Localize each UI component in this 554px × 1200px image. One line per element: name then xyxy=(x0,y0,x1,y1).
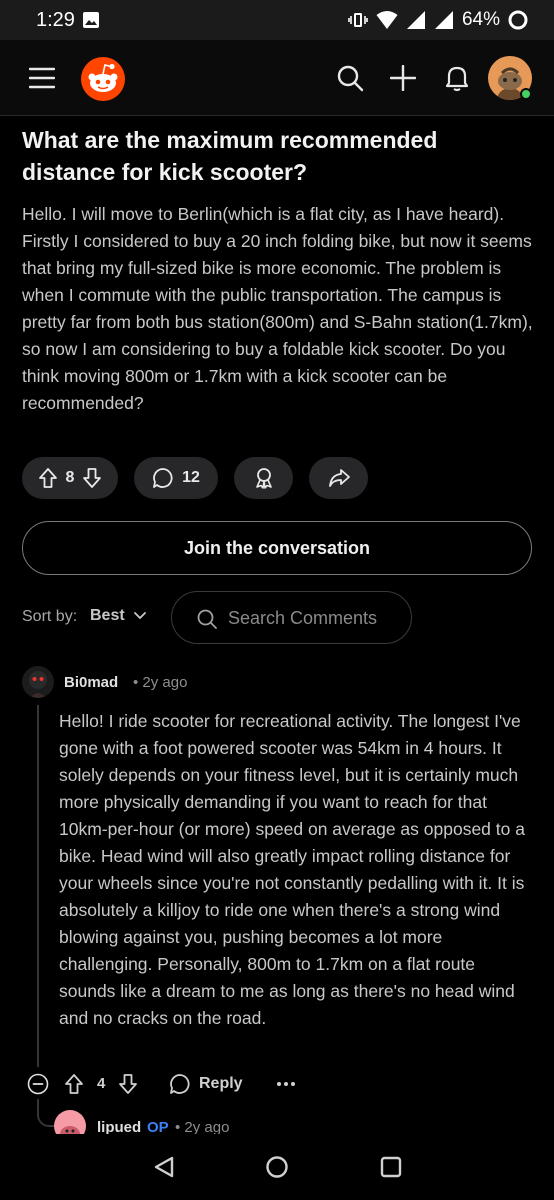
status-icons: 64% xyxy=(348,8,528,32)
back-icon[interactable] xyxy=(152,1154,178,1180)
home-icon[interactable] xyxy=(264,1154,290,1180)
menu-icon xyxy=(29,67,55,89)
vibrate-icon xyxy=(348,13,368,27)
image-icon xyxy=(83,12,99,28)
collapse-icon[interactable] xyxy=(27,1073,49,1095)
join-conversation-button[interactable]: Join the conversation xyxy=(22,521,532,575)
battery-level: 64% xyxy=(461,9,500,30)
post-vote-count: 8 xyxy=(65,469,75,486)
comment-author[interactable]: Bi0mad xyxy=(64,674,118,691)
downvote-icon[interactable] xyxy=(82,467,102,489)
signal-icon xyxy=(434,11,453,29)
battery-icon xyxy=(508,10,528,30)
reply-icon[interactable] xyxy=(169,1073,191,1095)
reply-button[interactable]: Reply xyxy=(199,1075,243,1093)
wifi-icon xyxy=(376,11,398,29)
notifications-button[interactable] xyxy=(437,58,477,98)
recents-icon[interactable] xyxy=(378,1154,404,1180)
app-header xyxy=(0,40,554,116)
comment-icon xyxy=(153,468,173,488)
comment-actions: 4 Reply xyxy=(0,1067,554,1101)
avatar[interactable] xyxy=(22,666,54,698)
comments-button[interactable]: 12 xyxy=(134,457,218,499)
user-avatar-icon xyxy=(29,671,47,698)
sort-label: Sort by: xyxy=(22,608,78,625)
status-time: 1:29 xyxy=(36,9,75,31)
comment-count: 12 xyxy=(182,469,200,486)
post-body: Hello. I will move to Berlin(which is a … xyxy=(22,204,533,413)
sort-dropdown[interactable]: Best xyxy=(90,607,147,625)
system-nav-bar xyxy=(0,1134,554,1200)
downvote-icon[interactable] xyxy=(118,1073,138,1095)
sort-value: Best xyxy=(90,607,125,624)
bell-icon xyxy=(445,66,469,92)
share-button[interactable] xyxy=(309,457,368,499)
reddit-logo xyxy=(81,57,125,101)
award-icon xyxy=(255,468,272,489)
comment-vote-count: 4 xyxy=(97,1075,106,1092)
upvote-icon[interactable] xyxy=(64,1073,84,1095)
search-button[interactable] xyxy=(330,58,370,98)
plus-icon xyxy=(390,65,416,91)
home-logo-button[interactable] xyxy=(80,56,126,102)
comment-body: Hello! I ride scooter for recreational a… xyxy=(59,711,525,1028)
search-icon xyxy=(197,609,217,629)
menu-button[interactable] xyxy=(22,58,62,98)
signal-icon xyxy=(406,11,425,29)
create-post-button[interactable] xyxy=(383,58,423,98)
search-comments-box[interactable] xyxy=(171,591,412,644)
online-indicator xyxy=(520,88,532,100)
award-button[interactable] xyxy=(234,457,293,499)
comment-timestamp: • 2y ago xyxy=(133,674,188,691)
chevron-down-icon xyxy=(133,612,146,620)
more-icon[interactable] xyxy=(275,1077,297,1091)
share-icon xyxy=(328,469,350,487)
vote-pill: 8 xyxy=(22,457,118,499)
upvote-icon[interactable] xyxy=(38,467,58,489)
search-comments-input[interactable] xyxy=(228,605,398,631)
thread-line[interactable] xyxy=(37,705,39,1067)
post-title: What are the maximum recommended distanc… xyxy=(22,127,438,185)
status-bar: 1:29 64% xyxy=(0,0,554,40)
search-icon xyxy=(337,65,364,92)
